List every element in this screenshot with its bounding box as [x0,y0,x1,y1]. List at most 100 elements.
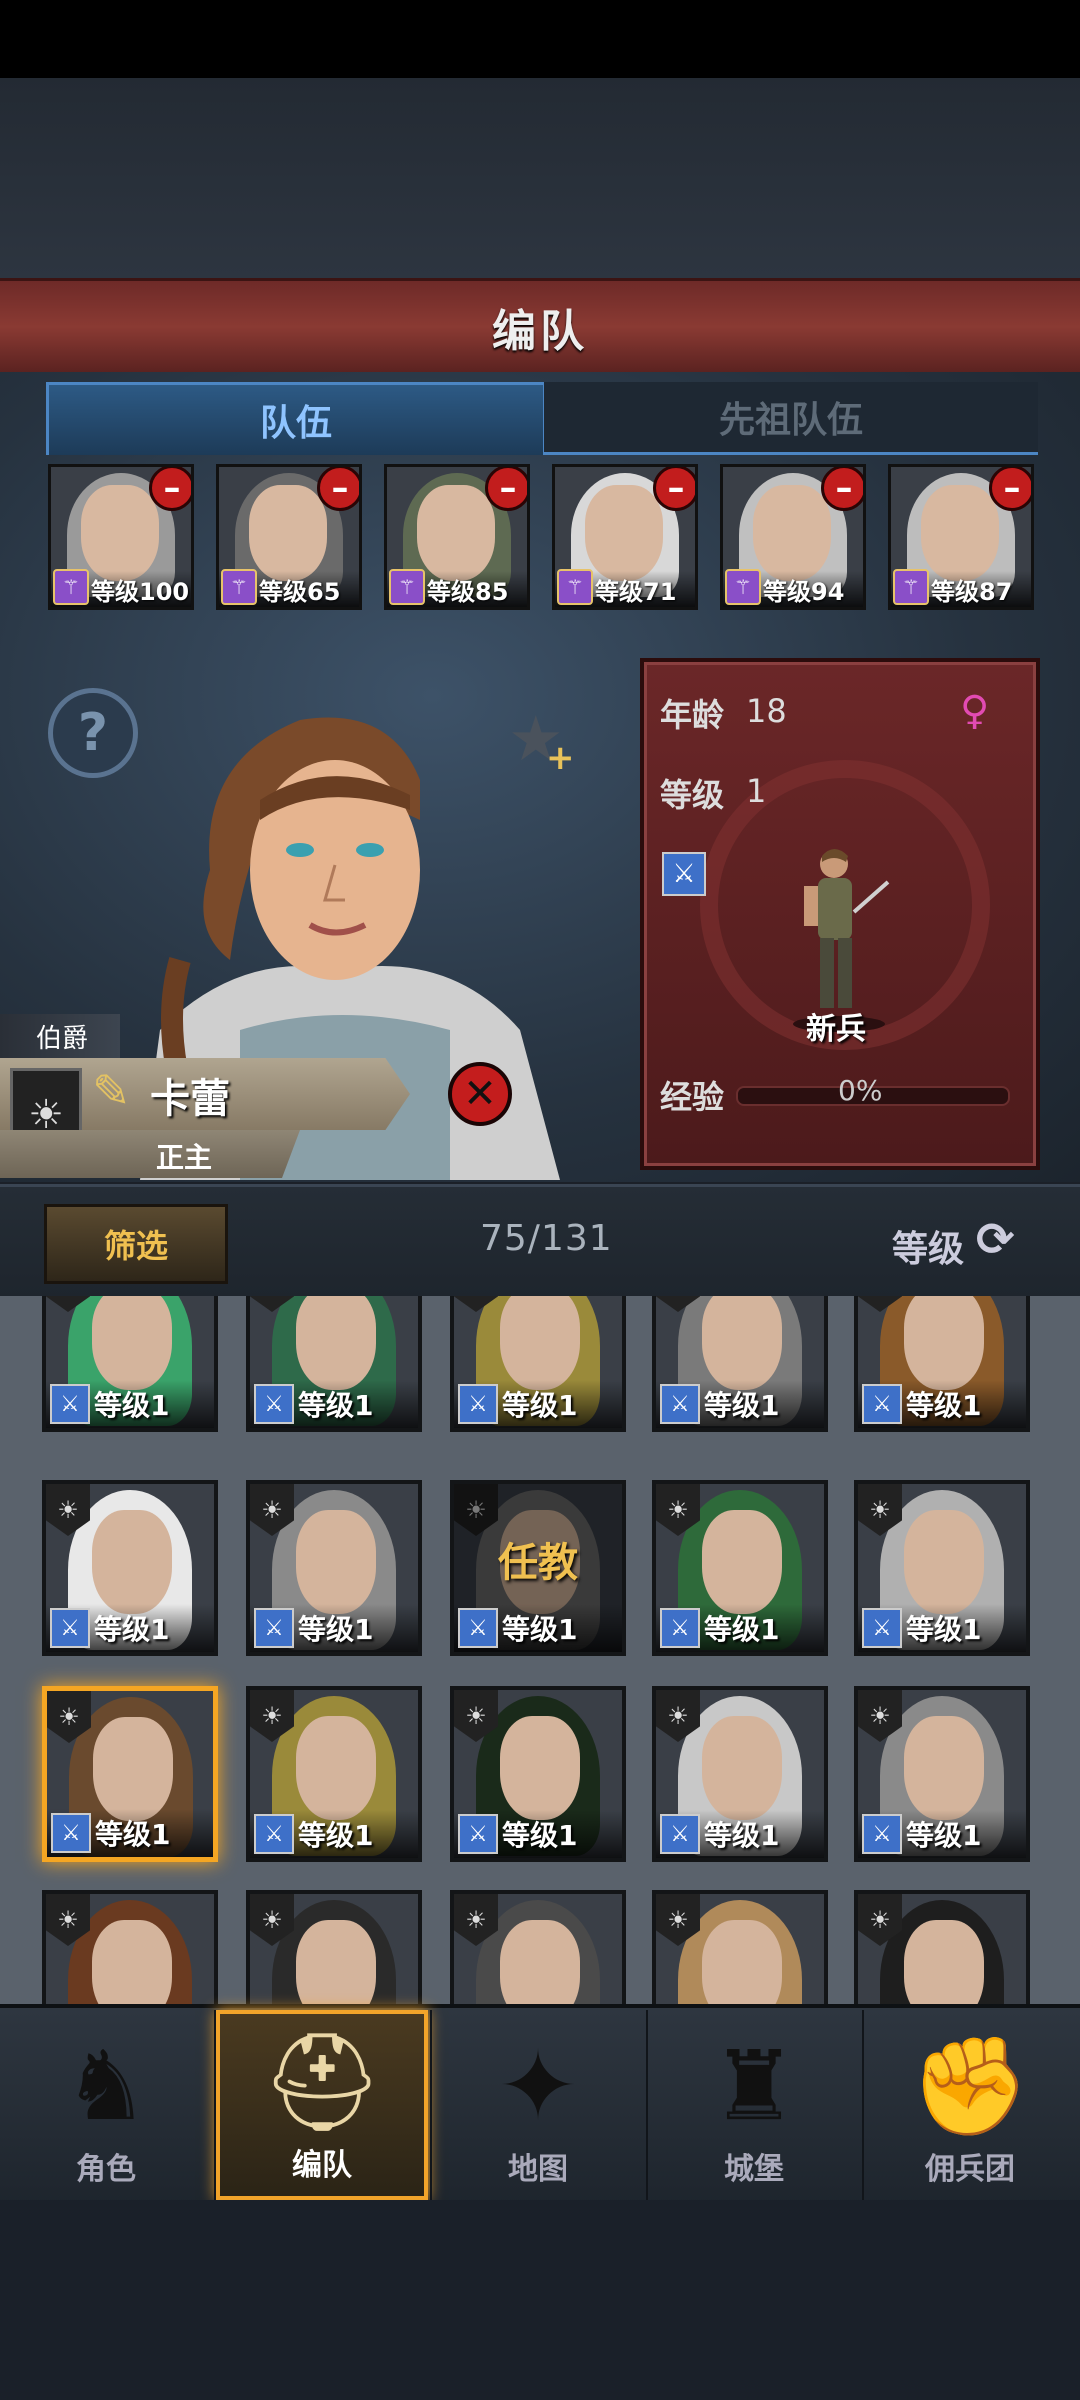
card-level: 等级1 [502,1613,578,1646]
roster-card[interactable]: ☀⚔等级1 [246,1296,422,1432]
roster-card[interactable]: ☀⚔等级1 [42,1296,218,1432]
compass-icon: ✦ [497,2030,579,2142]
sword-icon: ⚔ [660,1608,700,1648]
card-level: 等级1 [502,1389,578,1422]
party-member-slot[interactable]: – ⚚ 等级100 [48,464,194,610]
roster-card[interactable]: ☀⚔等级1 [652,1296,828,1432]
sword-icon: ⚔ [862,1384,902,1424]
face-art [585,485,663,581]
nav-divider [646,2010,648,2200]
face-art [702,1716,782,1820]
face-art [904,1510,984,1614]
tab-ancestor-team[interactable]: 先祖队伍 [544,382,1038,455]
party-member-slot[interactable]: – ⚚ 等级65 [216,464,362,610]
roster-card[interactable]: ☀ [652,1890,828,2004]
roster-card[interactable]: ☀⚔等级1 [42,1686,218,1862]
card-level: 等级1 [94,1613,170,1646]
sword-icon: ⚔ [254,1814,294,1854]
face-art [702,1920,782,2004]
remove-member-icon[interactable]: – [149,467,191,511]
party-member-slot[interactable]: – ⚚ 等级94 [720,464,866,610]
roster-card[interactable]: ☀⚔等级1 [450,1686,626,1862]
face-art [249,485,327,581]
party-member-slot[interactable]: – ⚚ 等级85 [384,464,530,610]
level-bar: ⚚ 等级100 [51,569,191,607]
roster-card[interactable]: ☀⚔等级1 [652,1686,828,1862]
roster-card[interactable]: ☀⚔等级1 [42,1480,218,1656]
roster-card[interactable]: ☀ 任教 ⚔ 等级1 [450,1480,626,1656]
level-label: 等级 [660,776,725,814]
nav-compass[interactable]: ✦ 地图 [432,2010,644,2200]
face-art [921,485,999,581]
sword-icon: ⚔ [660,1384,700,1424]
remove-member-icon[interactable]: – [653,467,695,511]
sword-icon: ⚔ [254,1608,294,1648]
member-level: 等级94 [763,578,845,606]
class-name: 新兵 [806,1012,866,1047]
sort-label[interactable]: 等级 [892,1220,964,1272]
roster-card[interactable]: ☀⚔等级1 [450,1296,626,1432]
level-bar: ⚔ 等级1 [250,1380,418,1428]
wand-icon: ⚚ [893,569,929,605]
card-level: 等级1 [95,1818,171,1851]
wand-icon: ⚚ [389,569,425,605]
nav-knight[interactable]: ♞ 角色 [0,2010,212,2200]
card-level: 等级1 [502,1819,578,1852]
roster-card[interactable]: ☀ [42,1890,218,2004]
tab-team[interactable]: 队伍 [46,382,546,455]
face-art [81,485,159,581]
roster-card[interactable]: ☀ [854,1890,1030,2004]
roster-card[interactable]: ☀⚔等级1 [652,1480,828,1656]
level-bar: ⚔ 等级1 [656,1380,824,1428]
nav-castle[interactable]: ♜ 城堡 [648,2010,860,2200]
card-level: 等级1 [94,1389,170,1422]
title-bar: 编队 [0,278,1080,376]
exp-label: 经验 [660,1078,725,1116]
face-art [500,1920,580,2004]
level-bar: ⚚ 等级65 [219,569,359,607]
remove-member-icon[interactable]: – [317,467,359,511]
card-level: 等级1 [704,1819,780,1852]
roster-card[interactable]: ☀⚔等级1 [854,1480,1030,1656]
helmet-icon: ⛑ [261,2026,383,2138]
pen-icon[interactable]: ✎ [92,1064,131,1118]
nav-label: 城堡 [724,2152,784,2187]
level-bar: ⚔ 等级1 [250,1810,418,1858]
remove-member-icon[interactable]: – [989,467,1031,511]
nav-fist[interactable]: ✊ 佣兵团 [864,2010,1076,2200]
sword-icon: ⚔ [458,1814,498,1854]
roster-card[interactable]: ☀⚔等级1 [854,1686,1030,1862]
level-bar: ⚔ 等级1 [656,1810,824,1858]
member-level: 等级87 [931,578,1013,606]
roster-card[interactable]: ☀ [450,1890,626,2004]
card-level: 等级1 [298,1819,374,1852]
refresh-sort-icon[interactable]: ⟳ [976,1212,1028,1266]
filter-button[interactable]: 筛选 [44,1204,228,1284]
face-art [904,1920,984,2004]
question-icon: ? [77,703,109,763]
face-art [417,485,495,581]
roster-card[interactable]: ☀⚔等级1 [246,1480,422,1656]
nav-label: 地图 [508,2152,568,2187]
card-level: 等级1 [906,1389,982,1422]
roster-grid: ☀⚔等级1☀⚔等级1☀⚔等级1☀⚔等级1☀⚔等级1☀⚔等级1☀⚔等级1☀任教⚔等… [0,1296,1080,2004]
face-art [296,1510,376,1614]
level-bar: ⚔ 等级1 [250,1604,418,1652]
party-member-slot[interactable]: – ⚚ 等级87 [888,464,1034,610]
level-bar: ⚔ 等级1 [858,1810,1026,1858]
remove-hero-button[interactable]: ✕ [448,1062,512,1126]
hero-name[interactable]: 卡蕾 [150,1066,230,1124]
party-member-slot[interactable]: – ⚚ 等级71 [552,464,698,610]
roster-card[interactable]: ☀⚔等级1 [246,1686,422,1862]
remove-member-icon[interactable]: – [821,467,863,511]
sword-icon: ⚔ [662,852,706,896]
sword-icon: ⚔ [862,1814,902,1854]
page-title: 编队 [492,306,588,357]
nav-divider [214,2010,216,2200]
remove-member-icon[interactable]: – [485,467,527,511]
nav-helmet[interactable]: ⛑ 编队 [216,2010,428,2200]
roster-card[interactable]: ☀ [246,1890,422,2004]
sword-icon: ⚔ [254,1384,294,1424]
roster-card[interactable]: ☀⚔等级1 [854,1296,1030,1432]
face-art [904,1716,984,1820]
